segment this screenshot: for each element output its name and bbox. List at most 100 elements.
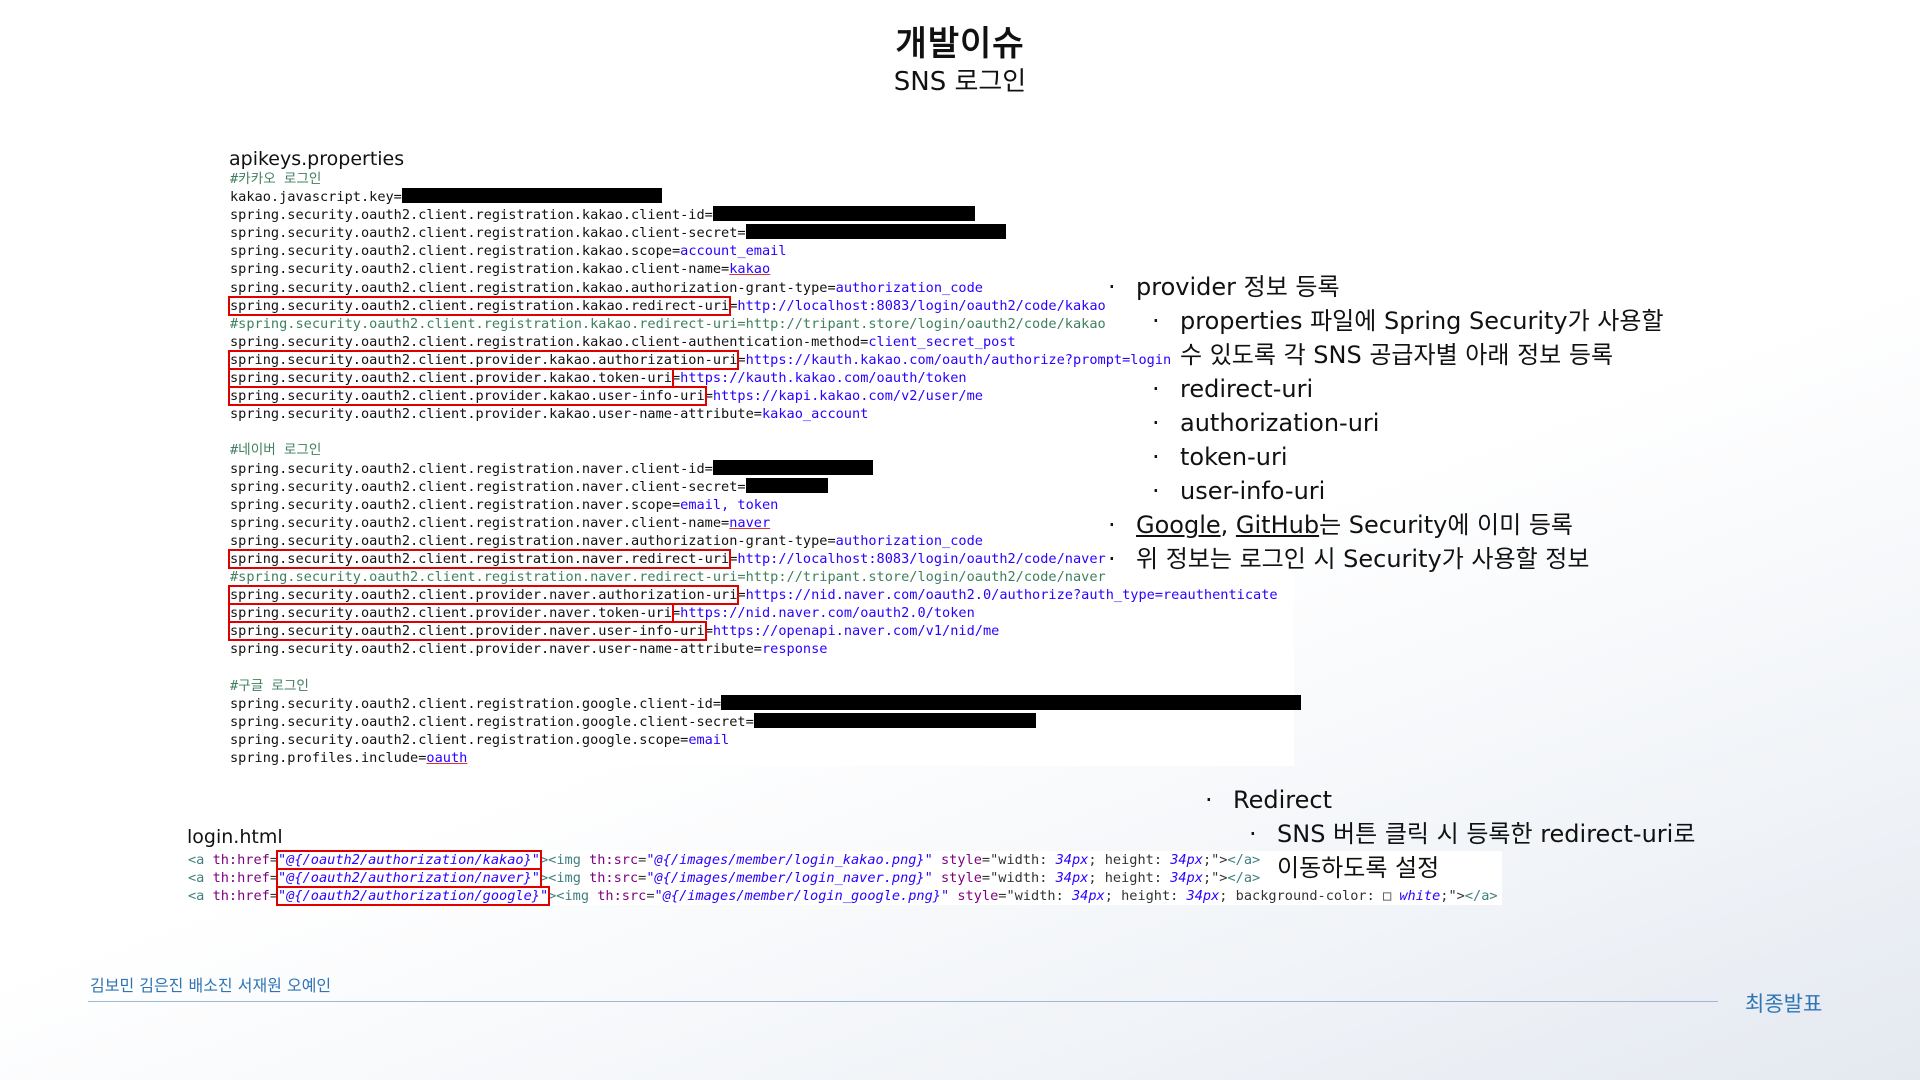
code-line: kakao.javascript.key=	[230, 188, 1301, 206]
code-line: <a th:href="@{/oauth2/authorization/goog…	[188, 886, 1498, 907]
code-line: spring.security.oauth2.client.registrati…	[230, 694, 1302, 713]
slide-title: 개발이슈	[895, 24, 1025, 64]
code-token: kakao.javascript.key=	[230, 189, 402, 206]
code-token: spring.security.oauth2.client.registrati…	[230, 225, 746, 242]
redacted-secret	[721, 694, 1302, 710]
code-token: 34px	[1055, 852, 1089, 868]
highlighted-key: "@{/oauth2/authorization/naver}"	[276, 868, 542, 889]
highlighted-key: spring.security.oauth2.client.provider.n…	[228, 603, 674, 624]
code-token: spring.security.oauth2.client.registrati…	[230, 261, 730, 278]
code-token: https://openapi.naver.com/v1/nid/me	[712, 623, 1000, 640]
code-token: https://nid.naver.com/oauth2.0/authorize…	[745, 587, 1278, 604]
code-token: spring.security.oauth2.client.registrati…	[230, 333, 869, 350]
code-token: 34px	[1186, 888, 1220, 905]
bullet-item: Redirect	[1205, 783, 1695, 817]
code-token: =	[704, 388, 713, 405]
code-token: https://nid.naver.com/oauth2.0/token	[680, 605, 975, 622]
code-token: spring.security.oauth2.client.registrati…	[230, 279, 836, 296]
code-token: th:href	[212, 888, 270, 905]
code-token: ;">	[1440, 888, 1465, 905]
code-token: authorization_code	[835, 532, 983, 549]
redacted-secret	[753, 712, 1036, 728]
code-line: spring.security.oauth2.client.registrati…	[230, 224, 1301, 242]
code-token: <a	[188, 870, 213, 887]
sub-bullet-item: SNS 버튼 클릭 시 등록한 redirect-uri로	[1205, 817, 1695, 851]
code-line: #구글 로그인	[230, 677, 1301, 695]
code-token: <a	[188, 852, 213, 868]
code-token: "@{/images/member/login_naver.png}"	[646, 870, 933, 887]
highlighted-key: spring.security.oauth2.client.provider.k…	[228, 368, 674, 389]
redacted-secret	[745, 477, 828, 493]
code-token: "@{/images/member/login_google.png}"	[654, 888, 950, 905]
code-token: </a>	[1464, 888, 1498, 905]
highlighted-key: "@{/oauth2/authorization/google}"	[276, 886, 551, 907]
code-token: spring.security.oauth2.client.registrati…	[230, 532, 836, 549]
code-token: https://kapi.kakao.com/v2/user/me	[712, 388, 983, 405]
footer-divider	[88, 1001, 1718, 1002]
code-line: spring.security.oauth2.client.registrati…	[230, 242, 1301, 260]
code-token: 34px	[1170, 852, 1203, 868]
code-token: ="width:	[981, 870, 1056, 887]
code-token: spring.security.oauth2.client.registrati…	[230, 514, 730, 531]
properties-file-label: apikeys.properties	[229, 148, 405, 170]
code-token: 34px	[1071, 888, 1105, 905]
code-token: spring.security.oauth2.client.registrati…	[230, 243, 681, 260]
highlighted-key: "@{/oauth2/authorization/kakao}"	[276, 850, 542, 870]
code-token: spring.security.oauth2.client.registrati…	[230, 731, 689, 748]
code-token: spring.security.oauth2.client.registrati…	[230, 496, 681, 513]
code-token: spring.security.oauth2.client.registrati…	[230, 695, 722, 712]
sub-bullet-item: 이동하도록 설정	[1277, 854, 1440, 882]
code-token: #카카오 로그인	[230, 171, 322, 187]
code-token: spring.security.oauth2.client.provider.n…	[230, 641, 762, 658]
sub-bullet-item: authorization-uri	[1108, 406, 1664, 440]
code-token: =	[737, 351, 746, 368]
code-line: spring.security.oauth2.client.provider.n…	[227, 585, 1301, 606]
code-token: client_secret_post	[868, 333, 1016, 350]
code-token: th:src	[589, 870, 639, 887]
code-token: account_email	[680, 243, 787, 260]
code-token: http://localhost:8083/login/oauth2/code/…	[737, 550, 1106, 567]
code-line: spring.profiles.include=oauth	[230, 749, 1301, 767]
code-token: 34px	[1055, 870, 1089, 887]
code-token: style	[932, 852, 982, 868]
code-token: ="width:	[998, 888, 1072, 905]
code-token: ; height:	[1088, 852, 1171, 868]
sub-bullet-item: properties 파일에 Spring Security가 사용할	[1108, 304, 1664, 338]
code-token: spring.security.oauth2.client.registrati…	[230, 207, 713, 224]
sub-bullet-item: 수 있도록 각 SNS 공급자별 아래 정보 등록	[1180, 341, 1614, 369]
code-line: spring.security.oauth2.client.provider.n…	[230, 640, 1301, 658]
code-token: spring.security.oauth2.client.provider.k…	[230, 406, 762, 423]
code-token: =	[269, 852, 279, 868]
code-token: response	[761, 641, 828, 658]
code-token: =	[269, 870, 279, 887]
bullet-item: Google, GitHub는 Security에 이미 등록	[1108, 508, 1664, 542]
code-token: https://kauth.kakao.com/oauth/token	[680, 370, 967, 387]
code-token: th:src	[589, 852, 639, 868]
code-line	[230, 659, 1301, 677]
presentation-label: 최종발표	[1745, 992, 1823, 1016]
html-file-label: login.html	[187, 826, 283, 848]
code-token: ><img	[539, 852, 590, 868]
code-token: =	[704, 623, 713, 640]
team-names: 김보민 김은진 배소진 서재원 오예인	[90, 976, 332, 995]
code-token: =	[737, 587, 746, 604]
highlighted-key: spring.security.oauth2.client.registrati…	[227, 295, 732, 316]
redacted-secret	[401, 188, 662, 204]
code-token: "@{/images/member/login_kakao.png}"	[646, 852, 933, 868]
code-token: #네이버 로그인	[230, 442, 322, 459]
highlighted-key: spring.security.oauth2.client.provider.n…	[228, 621, 707, 642]
code-line: spring.security.oauth2.client.registrati…	[230, 206, 1301, 224]
code-token: ; height:	[1088, 870, 1171, 887]
code-line: spring.security.oauth2.client.registrati…	[230, 731, 1301, 749]
code-token: spring.profiles.include=	[230, 750, 427, 766]
code-token: kakao	[729, 261, 771, 278]
redacted-secret	[712, 459, 873, 475]
code-token: =	[671, 370, 681, 387]
code-token: th:href	[212, 852, 270, 868]
code-token: email, token	[680, 496, 779, 513]
provider-notes: provider 정보 등록properties 파일에 Spring Secu…	[1108, 270, 1664, 576]
code-token: spring.security.oauth2.client.registrati…	[230, 478, 746, 495]
code-token: #spring.security.oauth2.client.registrat…	[230, 569, 1106, 586]
bullet-item: provider 정보 등록	[1108, 270, 1664, 304]
